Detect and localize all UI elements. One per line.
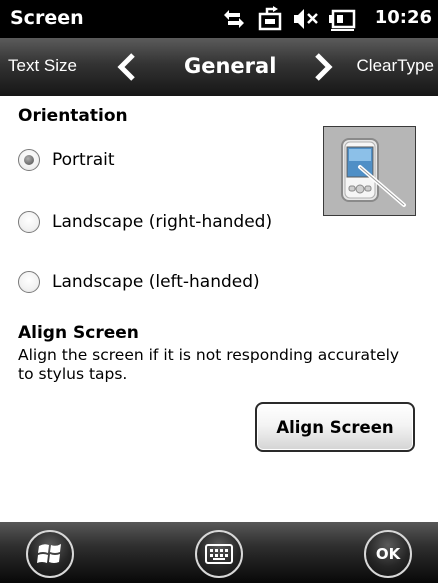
tab-general[interactable]: General <box>184 54 276 78</box>
connectivity-icon <box>220 6 248 32</box>
radio-label-landscape-left[interactable]: Landscape (left-handed) <box>52 272 260 292</box>
softkey-bar: OK <box>0 522 438 583</box>
status-bar: Screen 10:26 <box>0 0 438 38</box>
tab-text-size[interactable]: Text Size <box>8 56 77 76</box>
status-icons[interactable] <box>220 6 356 32</box>
keyboard-icon <box>205 544 233 564</box>
radio-button-checked[interactable] <box>18 149 40 171</box>
align-screen-button[interactable]: Align Screen <box>255 402 415 452</box>
orientation-heading: Orientation <box>18 106 128 126</box>
keyboard-button[interactable] <box>195 530 243 578</box>
start-button[interactable] <box>26 530 74 578</box>
tab-strip: Text Size General ClearType <box>0 38 438 96</box>
clock[interactable]: 10:26 <box>375 7 432 28</box>
ok-label: OK <box>375 545 401 563</box>
pda-stylus-icon <box>341 138 406 207</box>
tab-prev-arrow-icon[interactable] <box>116 52 138 82</box>
align-screen-description: Align the screen if it is not responding… <box>18 346 400 383</box>
radio-portrait[interactable]: Portrait <box>18 145 115 175</box>
app-title: Screen <box>10 7 84 29</box>
radio-landscape-left[interactable]: Landscape (left-handed) <box>18 267 260 297</box>
radio-button[interactable] <box>18 211 40 233</box>
radio-label-landscape-right[interactable]: Landscape (right-handed) <box>52 212 272 232</box>
radio-label-portrait[interactable]: Portrait <box>52 150 115 170</box>
align-screen-heading: Align Screen <box>18 323 139 343</box>
radio-landscape-right[interactable]: Landscape (right-handed) <box>18 207 272 237</box>
tab-next-arrow-icon[interactable] <box>312 52 334 82</box>
sync-icon <box>256 6 286 32</box>
battery-icon <box>326 6 356 32</box>
tab-cleartype[interactable]: ClearType <box>357 56 434 76</box>
windows-start-icon <box>37 544 61 563</box>
orientation-preview <box>323 126 416 216</box>
speaker-mute-icon <box>292 6 320 32</box>
radio-button[interactable] <box>18 271 40 293</box>
ok-button[interactable]: OK <box>364 530 412 578</box>
